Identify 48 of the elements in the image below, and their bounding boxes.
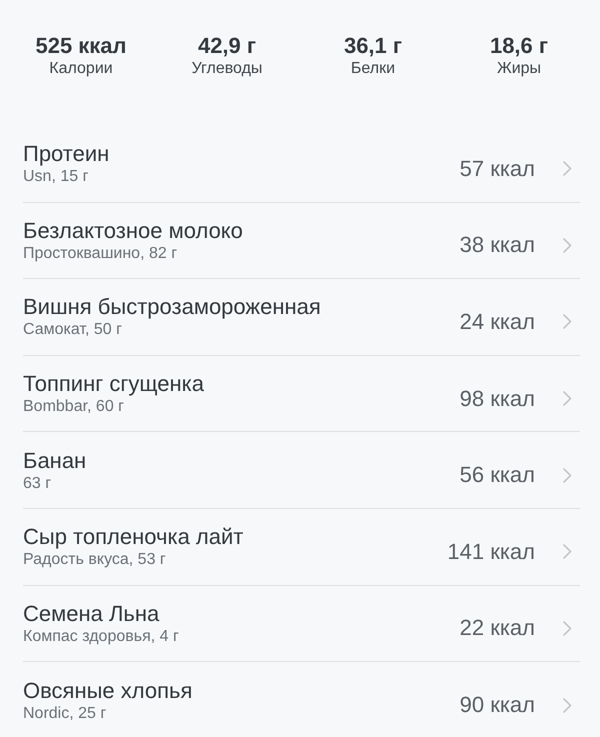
food-brand-portion: Nordic, 25 г bbox=[23, 704, 106, 723]
food-brand-portion: Самокат, 50 г bbox=[23, 320, 122, 340]
nutrient-value: 18,6 г bbox=[490, 33, 548, 59]
chevron-right-icon bbox=[563, 238, 572, 253]
calorie-count: 38 ккал bbox=[460, 232, 535, 258]
nutrient-label: Белки bbox=[350, 59, 396, 79]
chevron-right-icon bbox=[563, 468, 572, 483]
food-name: Сыр топленочка лайт bbox=[23, 524, 244, 550]
chevron-right-icon bbox=[563, 620, 572, 636]
food-name: Вишня быстрозамороженная bbox=[23, 294, 321, 320]
food-brand-portion: Usn, 15 г bbox=[23, 167, 88, 186]
food-name: Овсяные хлопья bbox=[23, 678, 192, 704]
food-list-item[interactable]: Вишня быстрозамороженная Самокат, 50 г 24 ккал bbox=[23, 279, 580, 356]
food-list-item[interactable]: Семена Льна Компас здоровья, 4 г 22 ккал bbox=[23, 586, 580, 662]
food-brand-portion: Радость вкуса, 53 г bbox=[23, 550, 166, 570]
calorie-count: 24 ккал bbox=[460, 308, 535, 335]
food-name: Семена Льна bbox=[23, 600, 160, 627]
chevron-right-icon bbox=[563, 698, 572, 713]
food-brand-portion: 63 г bbox=[23, 474, 52, 493]
nutrient-value: 525 ккал bbox=[35, 33, 127, 59]
food-list-item[interactable]: Сыр топленочка лайт Радость вкуса, 53 г 141 ккал bbox=[23, 508, 580, 586]
food-brand-portion: Простоквашино, 82 г bbox=[23, 244, 178, 263]
food-name: Безлактозное молоко bbox=[23, 218, 243, 244]
food-name: Топпинг сгущенка bbox=[23, 371, 204, 398]
nutrient-label: Калории bbox=[49, 59, 113, 79]
food-list-item[interactable]: Безлактозное молоко Простоквашино, 82 г 38 ккал bbox=[23, 202, 580, 280]
calorie-count: 141 ккал bbox=[447, 538, 535, 565]
chevron-right-icon bbox=[563, 391, 572, 406]
food-brand-portion: Bombbar, 60 г bbox=[23, 397, 124, 416]
food-list-item[interactable]: Овсяные хлопья Nordic, 25 г 90 ккал bbox=[23, 662, 580, 737]
nutrient-label: Углеводы bbox=[192, 59, 262, 79]
nutrient-value: 42,9 г bbox=[198, 33, 256, 59]
nutrient-value: 36,1 г bbox=[344, 33, 402, 59]
food-name: Банан bbox=[23, 448, 86, 474]
chevron-right-icon bbox=[563, 544, 572, 560]
food-list-item[interactable]: Топпинг сгущенка Bombbar, 60 г 98 ккал bbox=[23, 356, 580, 432]
chevron-right-icon bbox=[563, 314, 572, 330]
calorie-count: 56 ккал bbox=[460, 462, 535, 488]
food-list-item[interactable]: Банан 63 г 56 ккал bbox=[23, 432, 580, 509]
food-list-item[interactable]: Протеин Usn, 15 г 57 ккал bbox=[23, 126, 580, 203]
nutrient-label: Жиры bbox=[496, 59, 542, 79]
food-brand-portion: Компас здоровья, 4 г bbox=[23, 626, 179, 646]
calorie-count: 98 ккал bbox=[460, 386, 535, 412]
calorie-count: 57 ккал bbox=[460, 156, 535, 182]
calorie-count: 90 ккал bbox=[460, 692, 535, 718]
chevron-right-icon bbox=[563, 161, 572, 176]
food-name: Протеин bbox=[23, 141, 110, 168]
calorie-count: 22 ккал bbox=[460, 615, 535, 642]
